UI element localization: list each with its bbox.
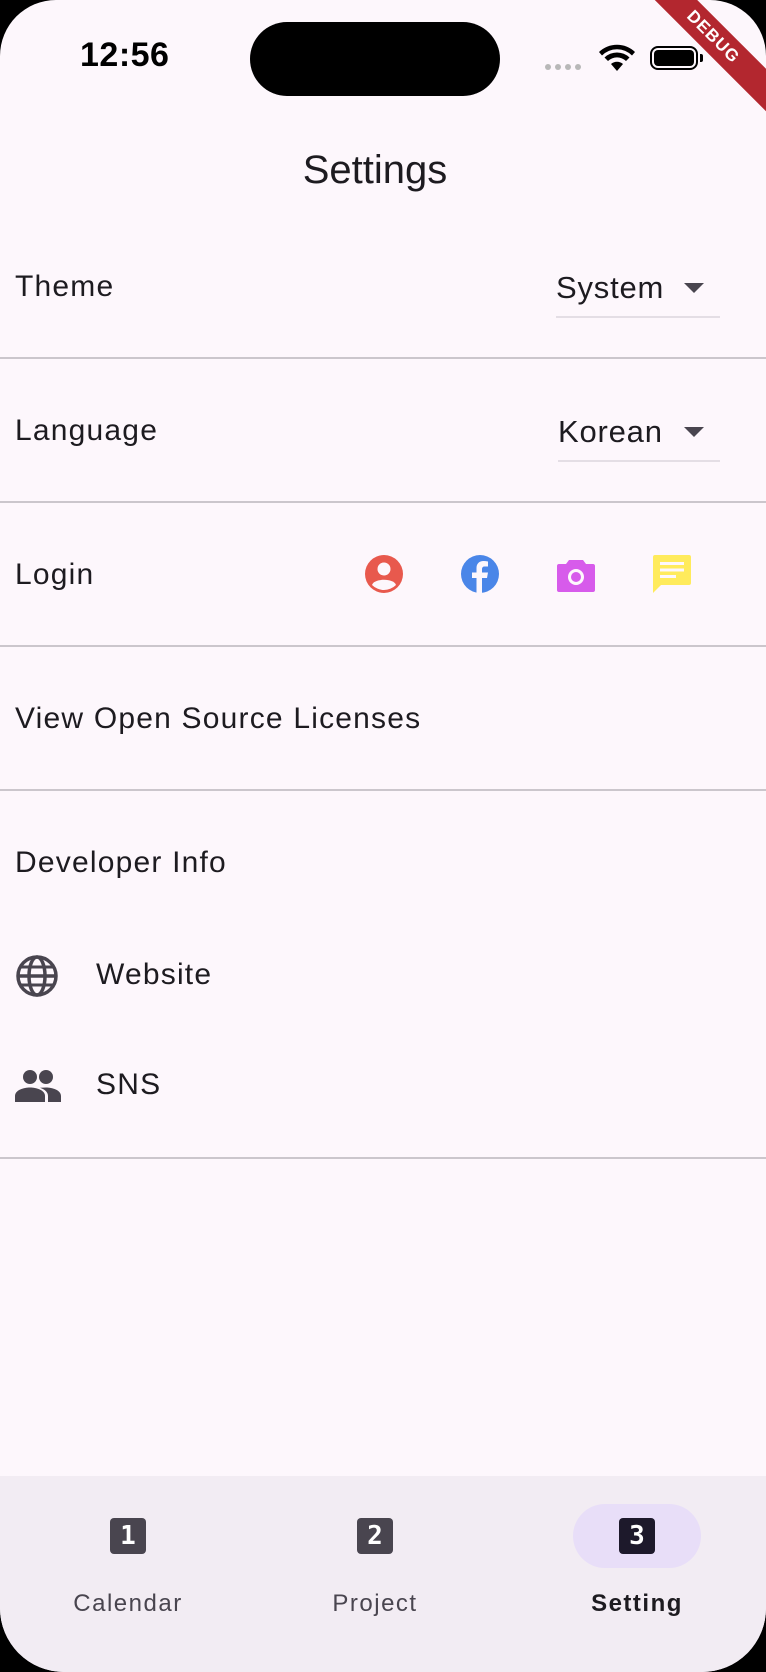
facebook-icon[interactable] [460,554,500,594]
sns-row[interactable]: SNS [0,1052,766,1124]
licenses-row[interactable]: View Open Source Licenses [0,672,766,788]
divider [0,357,766,359]
page-title: Settings [302,148,448,192]
theme-dropdown-value: System [556,270,665,305]
globe-icon [16,955,58,997]
language-label: Language [15,414,159,447]
looks-two-icon: 2 [357,1518,393,1554]
status-time: 12:56 [80,36,170,74]
language-row: Language Korean [0,384,766,500]
developer-info-label: Developer Info [15,846,227,879]
camera-icon[interactable] [556,554,596,594]
nav-label-project: Project [332,1590,418,1617]
website-row[interactable]: Website [0,940,766,1012]
looks-three-icon: 3 [619,1518,655,1554]
cellular-signal-icon [545,64,581,70]
nav-label-setting: Setting [591,1590,683,1617]
people-icon [15,1070,61,1102]
nav-item-setting[interactable]: 3 Setting [509,1476,765,1636]
phone-screen: 12:56 DEBUG Settings Theme System Langua… [0,0,766,1672]
bottom-navigation: 1 Calendar 2 Project 3 Setting [0,1476,766,1672]
looks-one-icon: 1 [110,1518,146,1554]
licenses-label: View Open Source Licenses [15,702,422,735]
divider [0,501,766,503]
login-label: Login [15,558,95,591]
website-label: Website [96,958,213,991]
divider [0,645,766,647]
account-circle-icon[interactable] [364,554,404,594]
nav-item-calendar[interactable]: 1 Calendar [0,1476,256,1636]
divider [0,789,766,791]
nav-label-calendar: Calendar [73,1590,183,1617]
nav-item-project[interactable]: 2 Project [247,1476,503,1636]
language-dropdown[interactable]: Korean [558,412,720,462]
theme-row: Theme System [0,240,766,356]
sns-label: SNS [96,1068,162,1101]
caret-down-icon [684,283,704,293]
wifi-icon [599,44,635,71]
theme-dropdown[interactable]: System [556,268,720,318]
language-dropdown-value: Korean [558,414,663,449]
theme-label: Theme [15,270,115,303]
chat-message-icon[interactable] [652,554,692,594]
divider [0,1157,766,1159]
caret-down-icon [684,427,704,437]
dynamic-island [250,22,500,96]
battery-icon [650,46,703,70]
